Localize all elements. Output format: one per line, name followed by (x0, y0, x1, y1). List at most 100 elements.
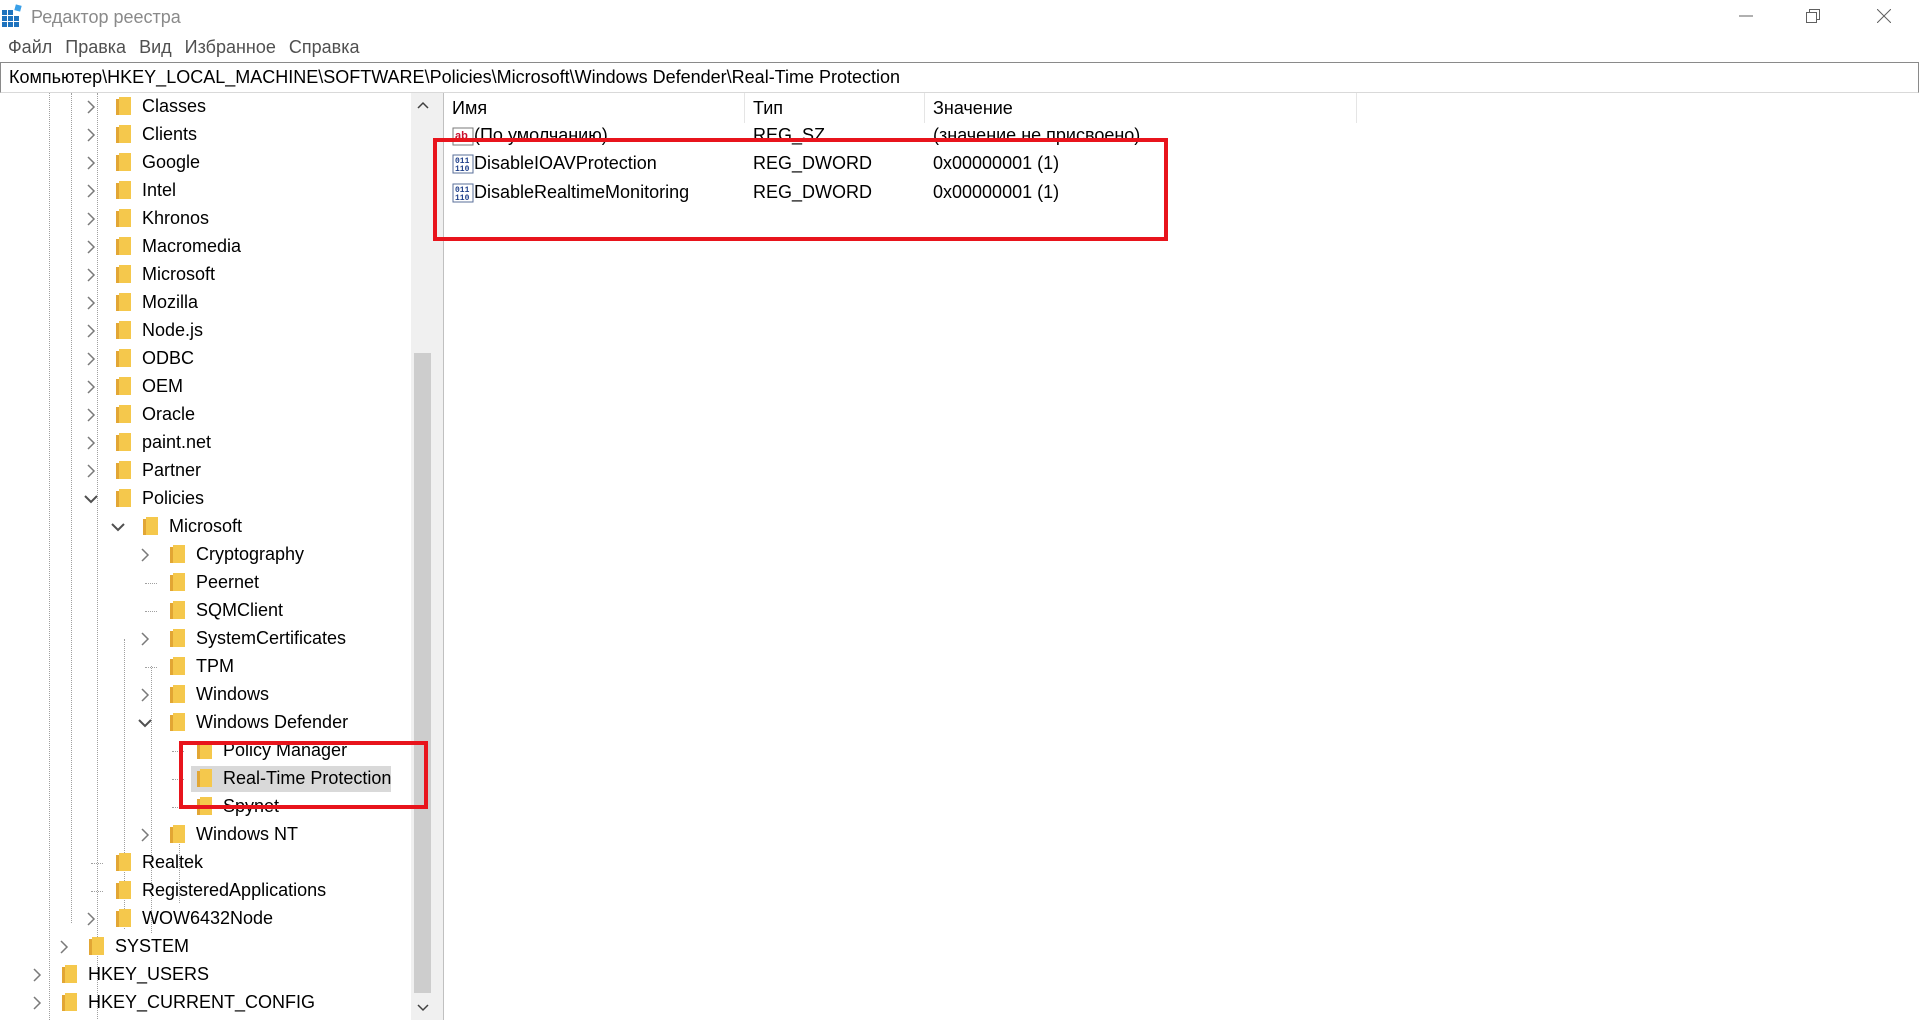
chevron-down-icon[interactable] (84, 492, 98, 506)
tree-node-policies[interactable]: Policies (0, 485, 411, 513)
tree-node-macromedia[interactable]: Macromedia (0, 233, 411, 261)
tree-node-peernet[interactable]: Peernet (0, 569, 411, 597)
tree-node-cryptography[interactable]: Cryptography (0, 541, 411, 569)
tree-connector (91, 891, 103, 892)
chevron-right-icon[interactable] (84, 352, 98, 366)
tree-connector (145, 583, 157, 584)
tree-node-label: Cryptography (196, 544, 305, 564)
tree-node-microsoft[interactable]: Microsoft (0, 513, 411, 541)
chevron-right-icon[interactable] (138, 688, 152, 702)
chevron-down-icon[interactable] (111, 520, 125, 534)
tree-node-clients[interactable]: Clients (0, 121, 411, 149)
folder-icon (116, 237, 134, 257)
column-header-type[interactable]: Тип (745, 93, 925, 123)
scroll-up-button[interactable] (411, 93, 434, 117)
scroll-thumb[interactable] (414, 353, 431, 993)
folder-icon (116, 349, 134, 369)
tree-node-label: WOW6432Node (142, 908, 274, 928)
tree-node-sqmclient[interactable]: SQMClient (0, 597, 411, 625)
menu-edit[interactable]: Правка (57, 37, 131, 58)
tree-node-systemcertificates[interactable]: SystemCertificates (0, 625, 411, 653)
tree-node-label: TPM (196, 656, 234, 676)
tree-node-windows[interactable]: Windows (0, 681, 411, 709)
tree-node-label: Oracle (142, 404, 196, 424)
chevron-right-icon[interactable] (84, 268, 98, 282)
tree-node-node-js[interactable]: Node.js (0, 317, 411, 345)
tree-node-label: SQMClient (196, 600, 284, 620)
tree-connector (145, 667, 157, 668)
tree-node-label: SYSTEM (115, 936, 190, 956)
tree-node-oracle[interactable]: Oracle (0, 401, 411, 429)
column-header-value[interactable]: Значение (925, 93, 1357, 123)
tree-node-label: Khronos (142, 208, 210, 228)
chevron-right-icon[interactable] (84, 408, 98, 422)
chevron-right-icon[interactable] (84, 324, 98, 338)
column-header-name[interactable]: Имя (444, 93, 745, 123)
chevron-right-icon[interactable] (30, 968, 44, 982)
tree-node-intel[interactable]: Intel (0, 177, 411, 205)
folder-icon (170, 657, 188, 677)
close-button[interactable] (1849, 0, 1919, 32)
chevron-down-icon (416, 1004, 429, 1012)
tree-node-hkey-current-config[interactable]: HKEY_CURRENT_CONFIG (0, 989, 411, 1017)
tree-node-oem[interactable]: OEM (0, 373, 411, 401)
tree-node-label: Clients (142, 124, 198, 144)
tree-node-label: SystemCertificates (196, 628, 347, 648)
tree-node-paint-net[interactable]: paint.net (0, 429, 411, 457)
chevron-right-icon[interactable] (84, 128, 98, 142)
tree-node-partner[interactable]: Partner (0, 457, 411, 485)
menu-favorites[interactable]: Избранное (177, 37, 281, 58)
restore-button[interactable] (1778, 0, 1848, 32)
chevron-right-icon[interactable] (84, 912, 98, 926)
tree-node-label: Mozilla (142, 292, 199, 312)
chevron-down-icon[interactable] (138, 716, 152, 730)
menu-file[interactable]: Файл (0, 37, 57, 58)
chevron-right-icon[interactable] (84, 296, 98, 310)
tree-node-system[interactable]: SYSTEM (0, 933, 411, 961)
chevron-right-icon[interactable] (84, 100, 98, 114)
address-bar[interactable]: Компьютер\HKEY_LOCAL_MACHINE\SOFTWARE\Po… (0, 62, 1919, 93)
chevron-right-icon[interactable] (84, 240, 98, 254)
tree-node-label: HKEY_CURRENT_CONFIG (88, 992, 316, 1012)
tree-node-label: Macromedia (142, 236, 242, 256)
chevron-right-icon[interactable] (84, 156, 98, 170)
chevron-right-icon[interactable] (84, 436, 98, 450)
folder-icon (116, 881, 134, 901)
menu-view[interactable]: Вид (131, 37, 177, 58)
tree-scrollbar[interactable] (411, 93, 434, 1020)
minimize-button[interactable] (1711, 0, 1781, 32)
folder-icon (170, 685, 188, 705)
chevron-right-icon[interactable] (57, 940, 71, 954)
tree-node-wow6432node[interactable]: WOW6432Node (0, 905, 411, 933)
chevron-right-icon[interactable] (84, 380, 98, 394)
tree-node-label: Google (142, 152, 201, 172)
chevron-right-icon[interactable] (84, 212, 98, 226)
folder-icon (170, 601, 188, 621)
folder-icon (116, 321, 134, 341)
chevron-right-icon[interactable] (84, 184, 98, 198)
chevron-right-icon[interactable] (84, 464, 98, 478)
tree-node-realtek[interactable]: Realtek (0, 849, 411, 877)
tree-node-classes[interactable]: Classes (0, 93, 411, 121)
folder-icon (170, 713, 188, 733)
tree-node-khronos[interactable]: Khronos (0, 205, 411, 233)
tree-node-mozilla[interactable]: Mozilla (0, 289, 411, 317)
chevron-right-icon[interactable] (30, 996, 44, 1010)
chevron-right-icon[interactable] (138, 828, 152, 842)
tree-node-registeredapplications[interactable]: RegisteredApplications (0, 877, 411, 905)
tree-node-odbc[interactable]: ODBC (0, 345, 411, 373)
menu-help[interactable]: Справка (281, 37, 365, 58)
folder-icon (116, 181, 134, 201)
tree-node-windows-nt[interactable]: Windows NT (0, 821, 411, 849)
tree-node-windows-defender[interactable]: Windows Defender (0, 709, 411, 737)
address-path[interactable]: Компьютер\HKEY_LOCAL_MACHINE\SOFTWARE\Po… (1, 67, 900, 88)
key-tree[interactable]: Classes Clients Google Intel Khronos Macromed… (0, 93, 434, 1020)
tree-node-hkey-users[interactable]: HKEY_USERS (0, 961, 411, 989)
tree-node-google[interactable]: Google (0, 149, 411, 177)
scroll-down-button[interactable] (411, 996, 434, 1020)
chevron-right-icon[interactable] (138, 632, 152, 646)
chevron-right-icon[interactable] (138, 548, 152, 562)
tree-node-tpm[interactable]: TPM (0, 653, 411, 681)
tree-node-microsoft[interactable]: Microsoft (0, 261, 411, 289)
key-highlight-box (179, 741, 428, 809)
